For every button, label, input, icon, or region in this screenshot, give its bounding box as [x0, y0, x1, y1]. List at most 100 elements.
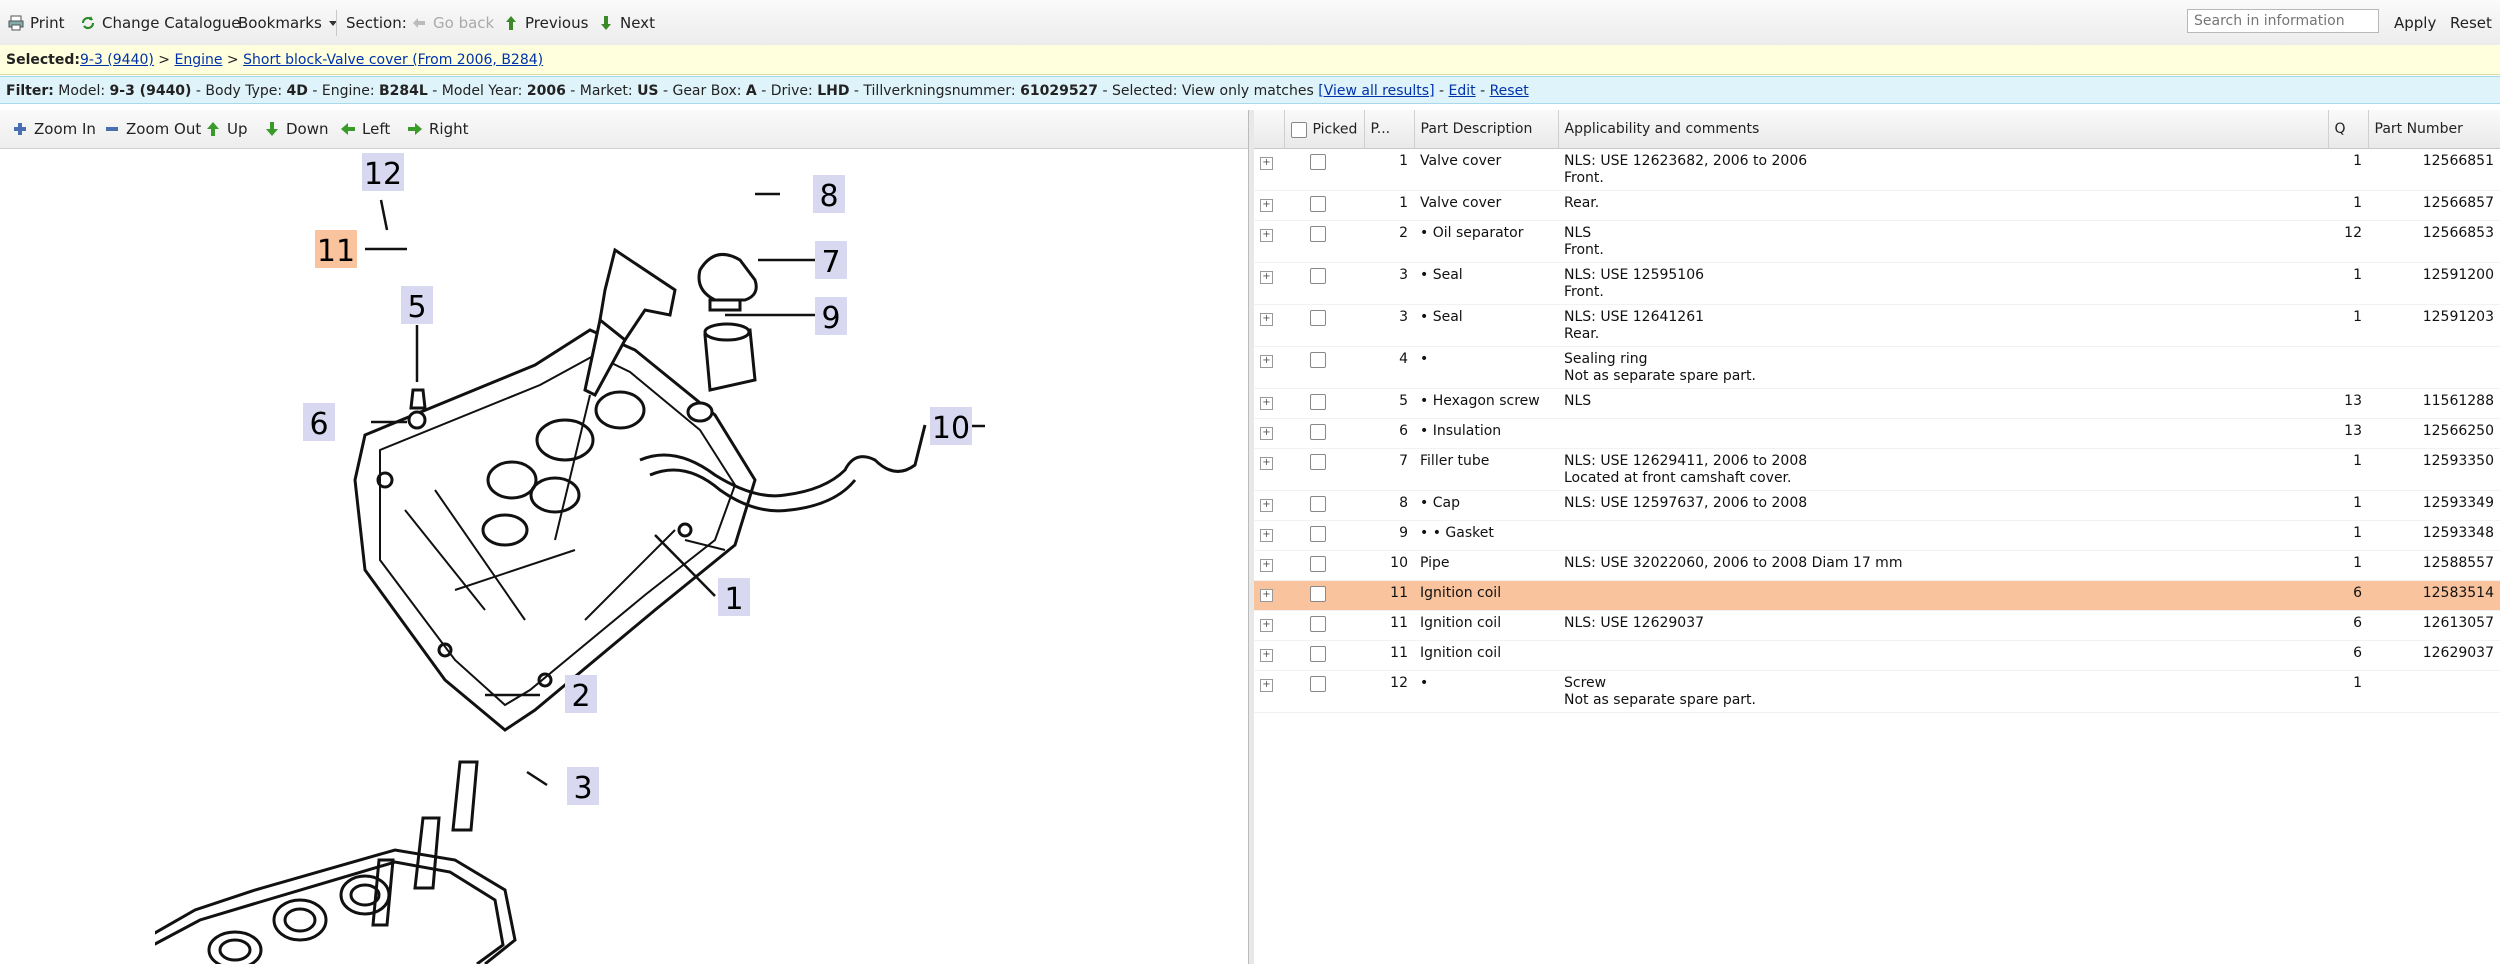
picked-cell[interactable] — [1284, 389, 1364, 419]
expand-plus-icon[interactable]: + — [1260, 427, 1273, 440]
table-row[interactable]: +11 Ignition coil 6 12629037 — [1254, 641, 2500, 671]
expand-cell[interactable]: + — [1254, 551, 1284, 581]
pick-checkbox[interactable] — [1310, 352, 1326, 368]
callout-10[interactable]: 10 — [930, 407, 972, 446]
expand-cell[interactable]: + — [1254, 641, 1284, 671]
change-catalogue-button[interactable]: Change Catalogue — [80, 13, 241, 33]
expand-plus-icon[interactable]: + — [1260, 679, 1273, 692]
apply-button[interactable]: Apply — [2394, 13, 2436, 33]
select-all-checkbox[interactable] — [1290, 121, 1307, 138]
part-number-column-header[interactable]: Part Number — [2368, 110, 2500, 149]
picked-cell[interactable] — [1284, 611, 1364, 641]
pick-checkbox[interactable] — [1310, 496, 1326, 512]
picked-column-header[interactable]: Picked — [1284, 110, 1365, 149]
description-column-header[interactable]: Part Description — [1414, 110, 1559, 149]
pick-checkbox[interactable] — [1310, 154, 1326, 170]
picked-cell[interactable] — [1284, 641, 1364, 671]
breadcrumb-engine-link[interactable]: Engine — [175, 52, 223, 68]
expand-cell[interactable]: + — [1254, 580, 1284, 611]
picked-cell[interactable] — [1284, 149, 1364, 191]
pick-checkbox[interactable] — [1310, 394, 1326, 410]
expand-cell[interactable]: + — [1254, 521, 1284, 551]
parts-diagram[interactable]: 12 11 8 7 9 5 6 10 1 2 3 — [124, 150, 1095, 968]
expand-cell[interactable]: + — [1254, 347, 1284, 389]
zoom-out-button[interactable]: Zoom Out — [104, 119, 201, 139]
next-button[interactable]: Next — [598, 13, 655, 33]
edit-filter-link[interactable]: Edit — [1449, 83, 1476, 99]
pick-checkbox[interactable] — [1310, 424, 1326, 440]
picked-cell[interactable] — [1284, 263, 1364, 305]
expand-plus-icon[interactable]: + — [1260, 589, 1273, 602]
pick-checkbox[interactable] — [1310, 616, 1326, 632]
go-back-button[interactable]: Go back — [411, 13, 494, 33]
picked-cell[interactable] — [1284, 419, 1364, 449]
expand-plus-icon[interactable]: + — [1260, 619, 1273, 632]
expand-cell[interactable]: + — [1254, 263, 1284, 305]
quantity-column-header[interactable]: Q — [2328, 110, 2369, 149]
callout-9[interactable]: 9 — [815, 297, 847, 336]
breadcrumb-model-link[interactable]: 9-3 (9440) — [80, 52, 154, 68]
pick-checkbox[interactable] — [1310, 676, 1326, 692]
picked-cell[interactable] — [1284, 551, 1364, 581]
pan-left-button[interactable]: Left — [340, 119, 390, 139]
expand-plus-icon[interactable]: + — [1260, 199, 1273, 212]
table-row[interactable]: +6 • Insulation 13 12566250 — [1254, 419, 2500, 449]
expand-cell[interactable]: + — [1254, 611, 1284, 641]
expand-plus-icon[interactable]: + — [1260, 271, 1273, 284]
callout-8[interactable]: 8 — [813, 175, 845, 214]
expand-plus-icon[interactable]: + — [1260, 529, 1273, 542]
table-row[interactable]: +1 Valve cover Rear. 1 12566857 — [1254, 191, 2500, 221]
callout-6[interactable]: 6 — [303, 403, 335, 442]
table-row[interactable]: +8 • Cap NLS: USE 12597637, 2006 to 2008 1 1… — [1254, 491, 2500, 521]
expand-plus-icon[interactable]: + — [1260, 229, 1273, 242]
expand-plus-icon[interactable]: + — [1260, 649, 1273, 662]
pick-checkbox[interactable] — [1310, 310, 1326, 326]
pan-up-button[interactable]: Up — [205, 119, 248, 139]
picked-cell[interactable] — [1284, 191, 1364, 221]
bookmarks-menu[interactable]: Bookmarks — [238, 13, 338, 33]
previous-button[interactable]: Previous — [503, 13, 588, 33]
expand-cell[interactable]: + — [1254, 149, 1284, 191]
callout-7[interactable]: 7 — [815, 241, 847, 280]
expand-cell[interactable]: + — [1254, 449, 1284, 491]
zoom-in-button[interactable]: Zoom In — [12, 119, 96, 139]
pick-checkbox[interactable] — [1310, 586, 1326, 602]
table-row[interactable]: +4 • Sealing ring Not as separate spare par… — [1254, 347, 2500, 389]
picked-cell[interactable] — [1284, 580, 1364, 611]
table-row[interactable]: +3 • Seal NLS: USE 12595106 Front. 1 12591200 — [1254, 263, 2500, 305]
picked-cell[interactable] — [1284, 305, 1364, 347]
pick-checkbox[interactable] — [1310, 556, 1326, 572]
picked-cell[interactable] — [1284, 449, 1364, 491]
search-input[interactable] — [2187, 9, 2379, 33]
table-row[interactable]: +12 • Screw Not as separate spare part. 1 — [1254, 671, 2500, 713]
callout-3[interactable]: 3 — [567, 767, 599, 806]
callout-1[interactable]: 1 — [718, 578, 750, 617]
picked-cell[interactable] — [1284, 491, 1364, 521]
callout-11[interactable]: 11 — [315, 230, 357, 269]
table-row[interactable]: +3 • Seal NLS: USE 12641261 Rear. 1 12591203 — [1254, 305, 2500, 347]
expand-cell[interactable]: + — [1254, 191, 1284, 221]
expand-plus-icon[interactable]: + — [1260, 355, 1273, 368]
picked-cell[interactable] — [1284, 521, 1364, 551]
expand-cell[interactable]: + — [1254, 671, 1284, 713]
callout-2[interactable]: 2 — [565, 675, 597, 714]
table-row[interactable]: +1 Valve cover NLS: USE 12623682, 2006 to … — [1254, 149, 2500, 191]
expand-cell[interactable]: + — [1254, 491, 1284, 521]
picked-cell[interactable] — [1284, 671, 1364, 713]
table-row[interactable]: +2 • Oil separator NLS Front. 12 12566853 — [1254, 221, 2500, 263]
expand-plus-icon[interactable]: + — [1260, 313, 1273, 326]
table-row[interactable]: +10 Pipe NLS: USE 32022060, 2006 to 2008 D… — [1254, 551, 2500, 581]
pick-checkbox[interactable] — [1310, 454, 1326, 470]
breadcrumb-section-link[interactable]: Short block-Valve cover (From 2006, B284… — [243, 52, 543, 68]
table-row[interactable]: +5 • Hexagon screw NLS 13 11561288 — [1254, 389, 2500, 419]
view-all-results-link[interactable]: [View all results] — [1318, 83, 1434, 99]
expand-plus-icon[interactable]: + — [1260, 559, 1273, 572]
pick-checkbox[interactable] — [1310, 526, 1326, 542]
pick-checkbox[interactable] — [1310, 196, 1326, 212]
picked-cell[interactable] — [1284, 347, 1364, 389]
expand-plus-icon[interactable]: + — [1260, 157, 1273, 170]
table-row[interactable]: +9 • • Gasket 1 12593348 — [1254, 521, 2500, 551]
expand-plus-icon[interactable]: + — [1260, 397, 1273, 410]
pick-checkbox[interactable] — [1310, 268, 1326, 284]
print-button[interactable]: Print — [8, 13, 65, 33]
